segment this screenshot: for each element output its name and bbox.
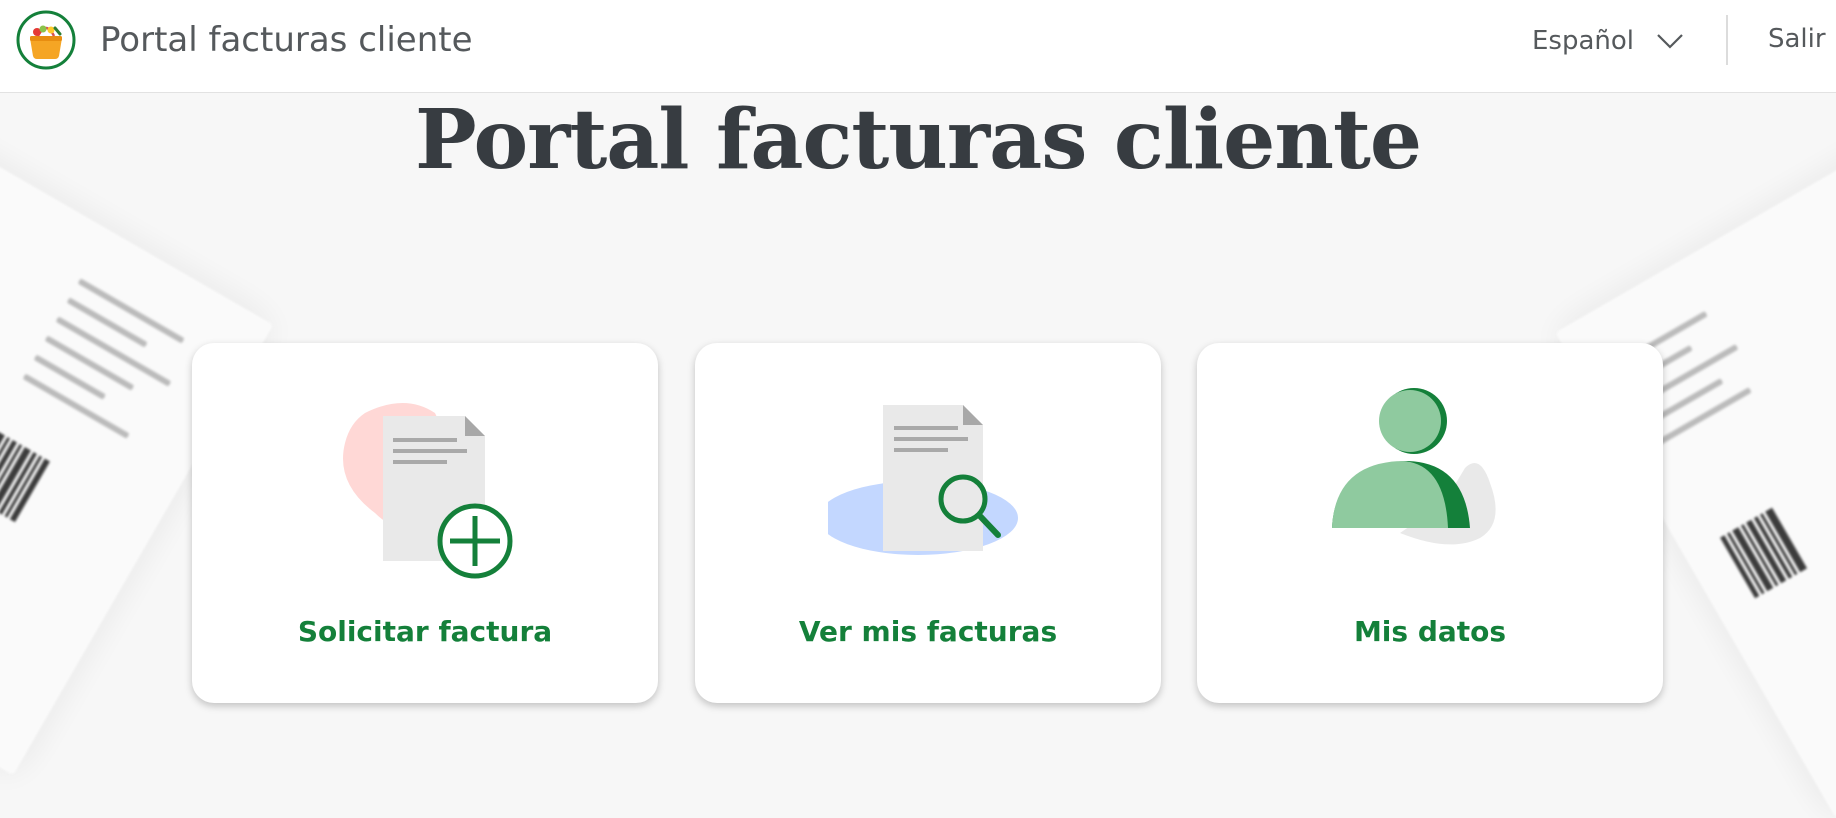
card-label: Ver mis facturas <box>798 615 1058 648</box>
card-label: Mis datos <box>1353 615 1507 648</box>
view-invoices-card[interactable]: Ver mis facturas <box>695 343 1161 703</box>
search-invoice-icon <box>828 405 1018 555</box>
chevron-down-icon <box>1657 34 1683 49</box>
shopping-basket-logo-icon[interactable] <box>16 10 76 70</box>
card-label: Solicitar factura <box>297 615 553 648</box>
logout-button[interactable]: Salir <box>1768 24 1826 54</box>
header-divider <box>1726 15 1728 65</box>
add-invoice-icon <box>343 403 513 579</box>
language-label: Español <box>1532 26 1635 56</box>
user-profile-icon <box>1332 388 1496 545</box>
top-header: Portal facturas cliente Español Salir <box>0 0 1836 93</box>
my-data-card[interactable]: Mis datos <box>1197 343 1663 703</box>
language-selector[interactable]: Español <box>1532 26 1684 56</box>
app-title[interactable]: Portal facturas cliente <box>100 20 473 60</box>
barcode-graphic <box>0 424 50 523</box>
page-title: Portal facturas cliente <box>414 92 1422 188</box>
request-invoice-card[interactable]: Solicitar factura <box>192 343 658 703</box>
barcode-graphic <box>1720 507 1808 599</box>
